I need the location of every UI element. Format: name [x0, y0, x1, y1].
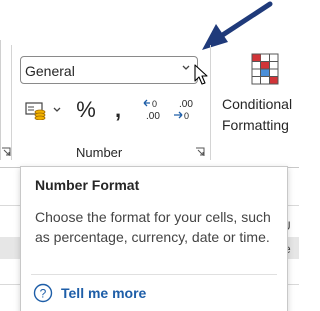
tooltip-body: Choose the format for your cells, such a…: [35, 209, 271, 245]
svg-text:0: 0: [184, 111, 189, 121]
conditional-formatting-label: Conditional Formatting: [222, 94, 299, 136]
tooltip-title: Number Format: [35, 177, 140, 193]
increase-decimal-icon: 0 .00: [143, 99, 160, 122]
home-ribbon: General % , 0 .00 .00 0 Number Condition…: [0, 0, 299, 167]
tooltip-divider: [31, 274, 277, 275]
svg-text:?: ?: [40, 287, 47, 301]
group-separator: [11, 45, 12, 160]
accounting-format-button[interactable]: [24, 96, 48, 124]
decrease-decimal-text: .00: [179, 99, 193, 110]
chevron-down-icon: [53, 107, 61, 112]
number-format-tooltip: Number Format Choose the format for your…: [20, 166, 288, 311]
increase-decimal-text: .00: [146, 111, 160, 122]
percent-style-button[interactable]: %: [72, 96, 100, 124]
group-separator: [210, 45, 211, 160]
help-circle-icon: ?: [33, 283, 53, 303]
increase-decimal-button[interactable]: 0 .00: [140, 96, 166, 124]
mouse-cursor-icon: [194, 64, 208, 85]
svg-text:0: 0: [152, 99, 157, 109]
tell-me-more-link[interactable]: ? Tell me more: [33, 283, 146, 303]
dialog-launcher-icon[interactable]: [195, 147, 205, 157]
tell-me-more-label: Tell me more: [61, 285, 147, 301]
conditional-formatting-line2: Formatting: [222, 117, 289, 133]
chevron-down-icon: [182, 65, 190, 70]
percent-label: %: [76, 97, 96, 122]
accounting-number-format-icon: [25, 102, 46, 120]
dialog-launcher-icon[interactable]: [1, 147, 11, 157]
comma-label: ,: [114, 97, 122, 122]
conditional-formatting-icon: [251, 53, 279, 85]
number-format-value: General: [25, 63, 75, 79]
comma-style-button[interactable]: ,: [104, 96, 132, 124]
number-group-label: Number: [76, 145, 123, 160]
decrease-decimal-button[interactable]: .00 0: [170, 96, 198, 124]
pointer-arrow-icon: [202, 1, 273, 50]
number-format-dropdown[interactable]: General: [20, 56, 198, 84]
conditional-formatting-line1: Conditional: [222, 96, 293, 112]
ribbon-left-edge: [0, 40, 1, 160]
excel-ribbon-screenshot: General % , 0 .00 .00 0 Number Condition…: [0, 0, 299, 311]
decrease-decimal-icon: .00 0: [174, 99, 193, 121]
accounting-dropdown-button[interactable]: [50, 96, 64, 124]
